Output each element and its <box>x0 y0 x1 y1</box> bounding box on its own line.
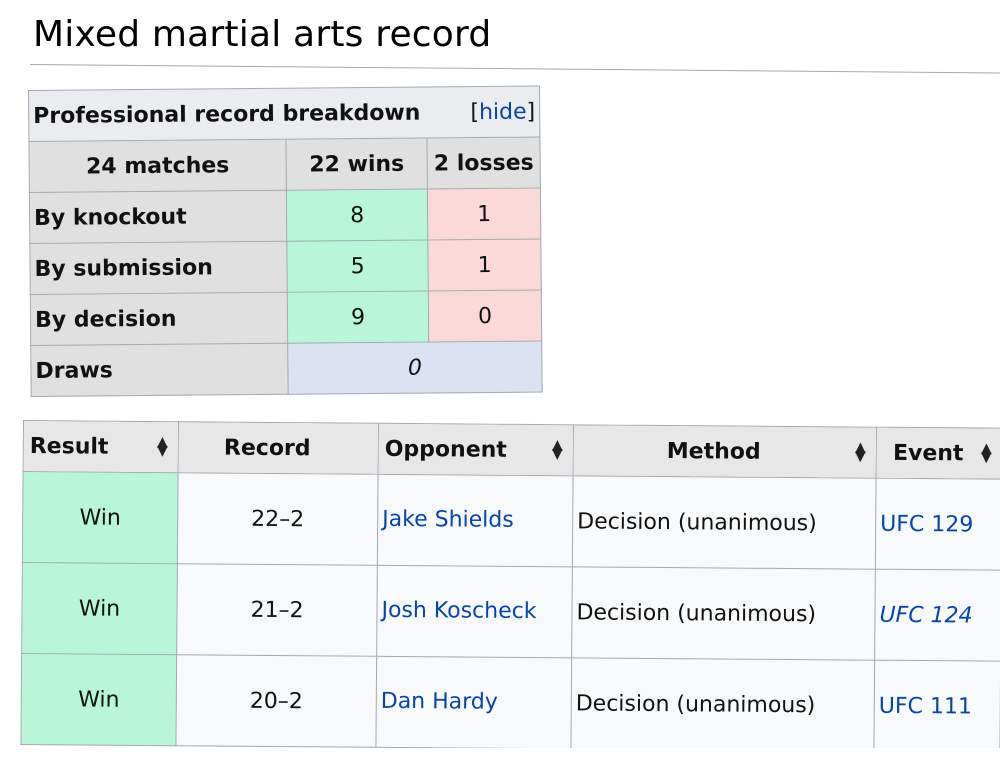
sort-arrows-icon[interactable]: ▲ ▼ <box>855 440 866 465</box>
fight-record-table: Result ▲ ▼ Record Opponent ▲ ▼ Method ▲ ▼ E… <box>20 420 1000 748</box>
header-event-label: Event <box>892 440 964 466</box>
event-link[interactable]: UFC 124 <box>879 602 972 628</box>
opponent-link[interactable]: Josh Koscheck <box>381 598 536 624</box>
method-cell: Decision (unanimous) <box>572 475 877 570</box>
opponent-cell: Dan Hardy <box>375 656 572 748</box>
sort-arrows-icon[interactable]: ▲ ▼ <box>157 434 168 459</box>
header-event[interactable]: Event ▲ ▼ <box>876 427 1000 480</box>
result-cell: Win <box>21 562 178 655</box>
method-cell: Decision (unanimous) <box>571 566 876 661</box>
event-link[interactable]: UFC 111 <box>879 693 972 719</box>
record-cell: 21–2 <box>176 563 378 657</box>
opponent-link[interactable]: Jake Shields <box>382 507 514 533</box>
event-cell: UFC 129 <box>875 478 1000 571</box>
event-cell: UFC 124 <box>874 569 1000 662</box>
method-cell: Decision (unanimous) <box>570 657 875 748</box>
sort-arrows-icon[interactable]: ▲ ▼ <box>981 441 992 466</box>
header-record-label: Record <box>223 435 311 461</box>
record-table-viewport: Result ▲ ▼ Record Opponent ▲ ▼ Method ▲ ▼ E… <box>0 0 1000 748</box>
event-link[interactable]: UFC 129 <box>880 511 973 537</box>
header-result-label: Result <box>29 433 109 460</box>
result-cell: Win <box>22 471 179 564</box>
opponent-cell: Josh Koscheck <box>376 565 573 658</box>
header-method[interactable]: Method ▲ ▼ <box>573 424 877 479</box>
table-header-row: Result ▲ ▼ Record Opponent ▲ ▼ Method ▲ ▼ E… <box>23 420 1000 480</box>
result-cell: Win <box>20 653 177 746</box>
sort-arrows-icon[interactable]: ▲ ▼ <box>552 437 563 462</box>
table-row: Win 22–2 Jake Shields Decision (unanimou… <box>22 471 1000 571</box>
header-method-label: Method <box>666 438 761 465</box>
event-cell: UFC 111 <box>873 660 1000 748</box>
opponent-cell: Jake Shields <box>377 474 574 567</box>
header-result[interactable]: Result ▲ ▼ <box>23 420 179 473</box>
header-opponent[interactable]: Opponent ▲ ▼ <box>378 423 574 476</box>
table-row: Win 20–2 Dan Hardy Decision (unanimous) … <box>20 653 1000 748</box>
record-cell: 20–2 <box>175 654 377 748</box>
opponent-link[interactable]: Dan Hardy <box>381 689 498 715</box>
header-record: Record <box>178 421 379 475</box>
table-row: Win 21–2 Josh Koscheck Decision (unanimo… <box>21 562 1000 662</box>
header-opponent-label: Opponent <box>384 436 507 463</box>
record-cell: 22–2 <box>177 472 379 566</box>
